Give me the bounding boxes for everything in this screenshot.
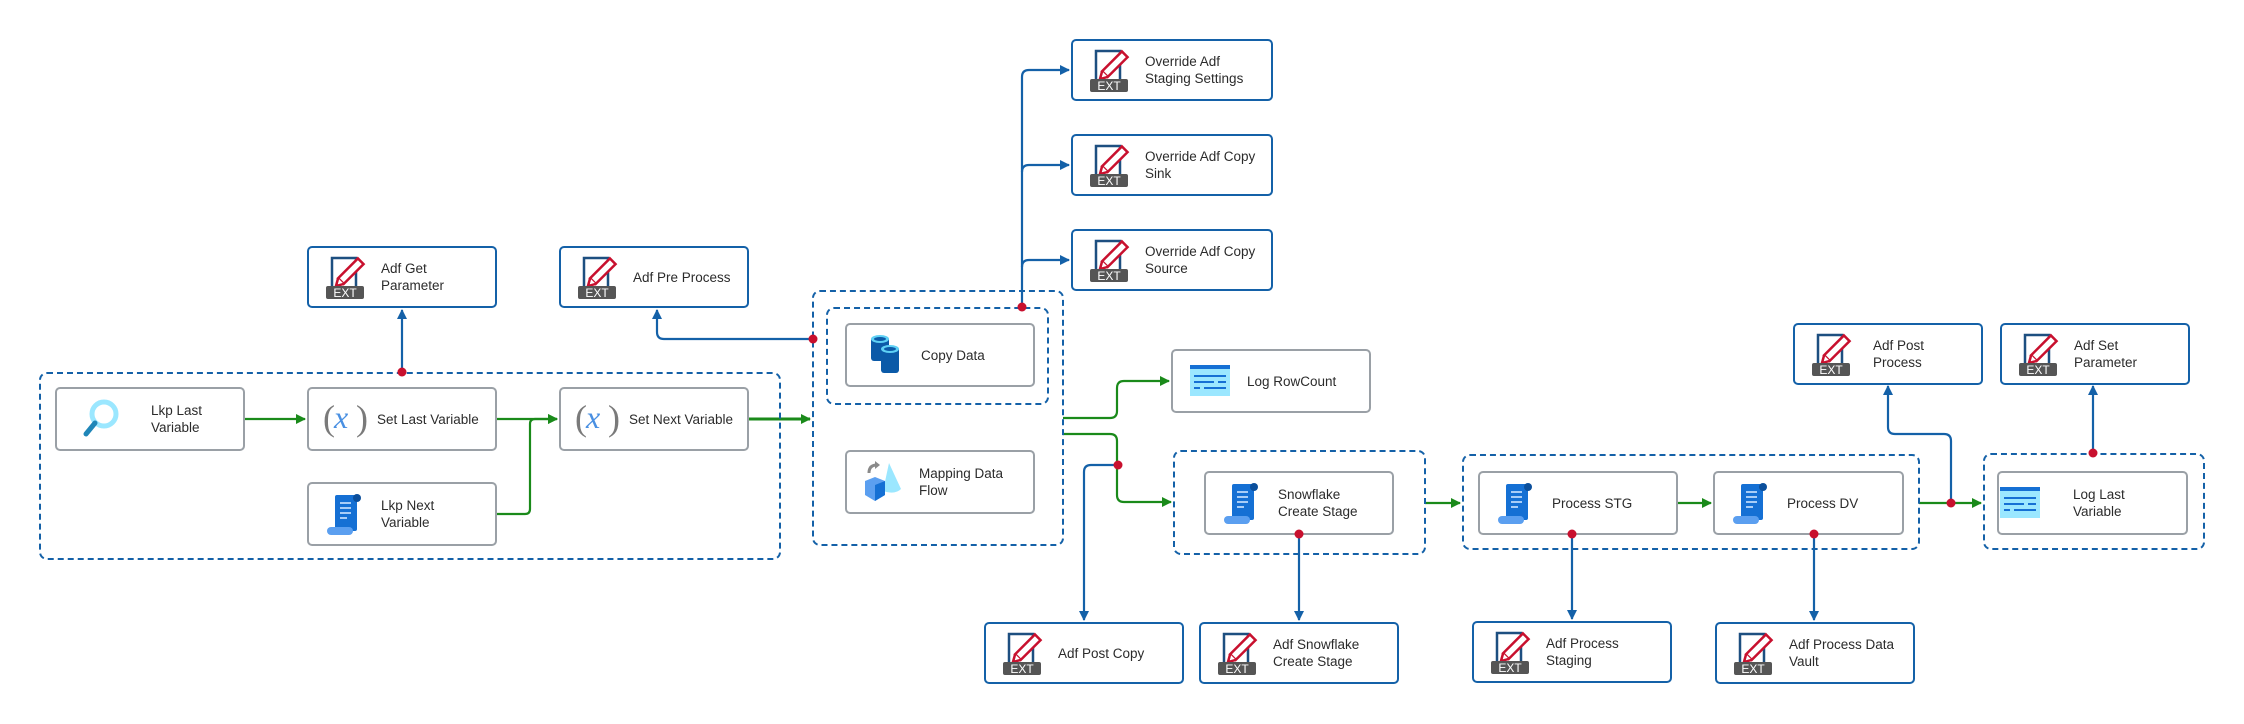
activity-label: Mapping Data Flow (919, 466, 1004, 498)
activity-process-dv[interactable]: Process DV (1713, 471, 1904, 535)
ext-badge: EXT (2026, 363, 2050, 377)
ext-badge: EXT (1097, 269, 1121, 283)
activity-label: Lkp Last Variable (151, 403, 203, 435)
edge-to-override-sink (1020, 160, 1070, 173)
ext-label: Adf Process Staging (1546, 636, 1619, 668)
activity-label: Lkp Next Variable (381, 498, 435, 530)
ext-script-edit-icon: EXT (2018, 330, 2064, 378)
ext-adf-post-process[interactable]: EXT Adf Post Process (1793, 323, 1983, 385)
ext-label: Adf Snowflake Create Stage (1273, 637, 1360, 669)
activity-label: Log Last Variable (2073, 487, 2125, 519)
activity-lkp-next-variable[interactable]: Lkp Next Variable (307, 482, 497, 546)
svg-text:x: x (585, 399, 600, 435)
svg-text:x: x (333, 399, 348, 435)
activity-mapping-data-flow[interactable]: Mapping Data Flow (845, 450, 1035, 514)
activity-label: Set Last Variable (377, 411, 479, 427)
ext-badge: EXT (333, 286, 357, 300)
database-copy-icon (867, 328, 907, 382)
ext-badge: EXT (1010, 662, 1034, 676)
ext-label: Adf Set Parameter (2074, 338, 2138, 370)
ext-badge: EXT (1097, 79, 1121, 93)
ext-script-edit-icon: EXT (1089, 236, 1135, 284)
port-dot-log-top[interactable] (2088, 448, 2098, 458)
script-scroll-icon (323, 487, 367, 541)
activity-label: Process STG (1552, 495, 1633, 511)
ext-label: Adf Post Process (1873, 338, 1925, 370)
log-table-icon (1999, 476, 2043, 530)
script-scroll-icon (1494, 476, 1538, 530)
ext-badge: EXT (1741, 662, 1765, 676)
log-table-icon (1189, 354, 1233, 408)
ext-adf-set-parameter[interactable]: EXT Adf Set Parameter (2000, 323, 2190, 385)
activity-label: Snowflake Create Stage (1278, 487, 1358, 519)
ext-script-edit-icon: EXT (1733, 629, 1779, 677)
ext-label: Override Adf Staging Settings (1145, 54, 1244, 86)
script-scroll-icon (1729, 476, 1773, 530)
activity-copy-data[interactable]: Copy Data (845, 323, 1035, 387)
ext-script-edit-icon: EXT (325, 253, 371, 301)
ext-badge: EXT (1097, 174, 1121, 188)
ext-adf-process-staging[interactable]: EXT Adf Process Staging (1472, 621, 1672, 683)
ext-label: Adf Get Parameter (381, 261, 445, 293)
activity-lkp-last-variable[interactable]: Lkp Last Variable (55, 387, 245, 451)
ext-override-adf-copy-source[interactable]: EXT Override Adf Copy Source (1071, 229, 1273, 291)
activity-set-next-variable[interactable]: (x) Set Next Variable (559, 387, 749, 451)
ext-override-adf-staging-settings[interactable]: EXT Override Adf Staging Settings (1071, 39, 1273, 101)
activity-label: Copy Data (921, 347, 985, 363)
ext-label: Override Adf Copy Sink (1145, 149, 1256, 181)
edge-copy-to-log-rowcount (1063, 376, 1170, 420)
port-dot-snowflake-bottom[interactable] (1294, 529, 1304, 539)
ext-label: Adf Process Data Vault (1789, 637, 1895, 669)
port-dot-variables-top[interactable] (397, 367, 407, 377)
ext-script-edit-icon: EXT (1811, 330, 1857, 378)
edge-to-override-source (1020, 255, 1070, 268)
activity-snowflake-create-stage[interactable]: Snowflake Create Stage (1204, 471, 1394, 535)
ext-adf-process-data-vault[interactable]: EXT Adf Process Data Vault (1715, 622, 1915, 684)
edge-to-adf-post-copy (1079, 463, 1117, 621)
ext-label: Override Adf Copy Source (1145, 244, 1256, 276)
data-flow-icon (861, 455, 905, 509)
ext-adf-snowflake-create-stage[interactable]: EXT Adf Snowflake Create Stage (1199, 622, 1399, 684)
activity-log-last-variable[interactable]: Log Last Variable (1997, 471, 2188, 535)
port-dot-copy-branch[interactable] (1113, 460, 1123, 470)
lookup-magnifier-icon (71, 392, 129, 446)
ext-badge: EXT (585, 286, 609, 300)
ext-label: Adf Pre Process (633, 269, 731, 285)
ext-script-edit-icon: EXT (1490, 628, 1536, 676)
set-variable-icon: (x) (575, 392, 621, 446)
script-scroll-icon (1220, 476, 1264, 530)
activity-label: Set Next Variable (629, 411, 734, 427)
port-dot-copy-inner-top[interactable] (1017, 302, 1027, 312)
port-dot-process-stg-bottom[interactable] (1567, 529, 1577, 539)
ext-script-edit-icon: EXT (1002, 629, 1048, 677)
ext-badge: EXT (1225, 662, 1249, 676)
port-dot-copy-left[interactable] (808, 334, 818, 344)
ext-adf-get-parameter[interactable]: EXT Adf Get Parameter (307, 246, 497, 308)
ext-adf-post-copy[interactable]: EXT Adf Post Copy (984, 622, 1184, 684)
port-dot-process-dv-bottom[interactable] (1809, 529, 1819, 539)
activity-log-rowcount[interactable]: Log RowCount (1171, 349, 1371, 413)
activity-label: Process DV (1787, 495, 1859, 511)
set-variable-icon: (x) (323, 392, 369, 446)
ext-label: Adf Post Copy (1058, 645, 1145, 661)
ext-override-adf-copy-sink[interactable]: EXT Override Adf Copy Sink (1071, 134, 1273, 196)
activity-label: Log RowCount (1247, 373, 1337, 389)
edge-to-override-staging (1020, 65, 1070, 307)
ext-adf-pre-process[interactable]: EXT Adf Pre Process (559, 246, 749, 308)
ext-script-edit-icon: EXT (1089, 141, 1135, 189)
ext-badge: EXT (1819, 363, 1843, 377)
activity-process-stg[interactable]: Process STG (1478, 471, 1678, 535)
svg-text:): ) (608, 398, 620, 438)
ext-script-edit-icon: EXT (1089, 46, 1135, 94)
ext-badge: EXT (1498, 661, 1522, 675)
ext-script-edit-icon: EXT (577, 253, 623, 301)
edge-to-adf-pre-process (652, 309, 812, 341)
ext-script-edit-icon: EXT (1217, 629, 1263, 677)
svg-text:): ) (356, 398, 368, 438)
port-dot-process-out[interactable] (1946, 498, 1956, 508)
activity-set-last-variable[interactable]: (x) Set Last Variable (307, 387, 497, 451)
